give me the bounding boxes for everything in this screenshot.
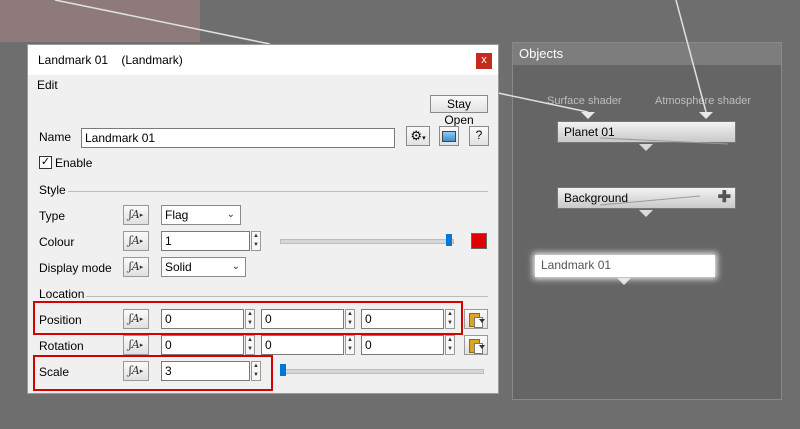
chevron-down-icon: ⌄ [226,209,235,220]
animate-type-button[interactable]: ʃA▸ [123,205,149,225]
animate-display-mode-button[interactable]: ʃA▸ [123,257,149,277]
add-icon[interactable]: ✚ [718,188,731,208]
position-clipboard-button[interactable] [464,309,488,329]
name-input[interactable]: Landmark 01 [81,128,395,148]
scale-input[interactable]: 3 [161,361,250,381]
menubar: Edit [28,75,498,95]
planet-node-label: Planet 01 [564,125,615,139]
landmark-node[interactable]: Landmark 01 [535,255,715,277]
rotation-label: Rotation [39,339,84,353]
help-button[interactable]: ? [469,126,489,146]
type-select[interactable]: Flag ⌄ [161,205,241,225]
type-select-value: Flag [165,208,189,222]
rotation-x-input[interactable]: 0 [161,335,244,355]
name-label: Name [39,130,72,144]
animate-scale-button[interactable]: ʃA▸ [123,361,149,381]
enable-checkbox[interactable]: ✓ [39,156,52,169]
background-node-area [0,0,200,42]
scale-spinner[interactable]: ▲ ▼ [251,361,261,381]
display-mode-label: Display mode [39,261,112,275]
planet-node-output[interactable] [639,144,653,151]
colour-slider-thumb[interactable] [446,234,452,246]
background-node-output[interactable] [639,210,653,217]
landmark-dialog: Landmark 01 (Landmark) x Edit Stay Open … [27,44,499,394]
style-divider [68,191,488,192]
menu-edit[interactable]: Edit [37,78,58,92]
objects-header: Objects [513,43,781,65]
position-y-input[interactable]: 0 [261,309,344,329]
surface-shader-input[interactable] [581,112,595,119]
animate-colour-button[interactable]: ʃA▸ [123,231,149,251]
planet-node[interactable]: Planet 01 [557,121,736,143]
landmark-node-output[interactable] [617,278,631,285]
close-button[interactable]: x [476,53,492,69]
colour-spinner[interactable]: ▲ ▼ [251,231,261,251]
rotation-z-spinner[interactable]: ▲ ▼ [445,335,455,355]
position-label: Position [39,313,82,327]
display-mode-value: Solid [165,260,192,274]
rotation-x-spinner[interactable]: ▲ ▼ [245,335,255,355]
image-icon [442,131,456,142]
enable-label: Enable [55,156,93,170]
chevron-down-icon: ⌄ [231,261,240,272]
animate-position-button[interactable]: ʃA▸ [123,309,149,329]
type-label: Type [39,209,66,223]
position-z-input[interactable]: 0 [361,309,444,329]
location-section-label: Location [39,287,85,301]
animate-rotation-button[interactable]: ʃA▸ [123,335,149,355]
scale-slider-thumb[interactable] [280,364,286,376]
gear-menu-button[interactable]: ⚙▾ [406,126,430,146]
background-node-label: Background [564,191,629,205]
scale-label: Scale [39,365,70,379]
colour-label: Colour [39,235,75,249]
scale-slider-track[interactable] [280,369,484,374]
stay-open-button[interactable]: Stay Open [430,95,488,127]
preview-button[interactable] [439,126,459,146]
atmosphere-shader-input[interactable] [699,112,713,119]
location-divider [86,296,488,297]
rotation-clipboard-button[interactable] [464,335,488,355]
objects-panel: Objects Surface shader Atmosphere shader… [512,42,782,400]
dialog-title: Landmark 01 (Landmark) [38,53,183,67]
atmosphere-shader-label: Atmosphere shader [655,95,751,107]
gear-icon: ⚙ [410,128,423,143]
rotation-y-input[interactable]: 0 [261,335,344,355]
colour-input[interactable]: 1 [161,231,250,251]
landmark-node-label: Landmark 01 [541,258,612,272]
surface-shader-label: Surface shader [547,95,622,107]
colour-swatch[interactable] [471,233,487,249]
dialog-titlebar[interactable]: Landmark 01 (Landmark) x [28,45,498,75]
position-y-spinner[interactable]: ▲ ▼ [345,309,355,329]
rotation-z-input[interactable]: 0 [361,335,444,355]
colour-slider-track[interactable] [280,239,454,244]
position-x-input[interactable]: 0 [161,309,244,329]
background-node[interactable]: Background ✚ [557,187,736,209]
position-x-spinner[interactable]: ▲ ▼ [245,309,255,329]
rotation-y-spinner[interactable]: ▲ ▼ [345,335,355,355]
style-section-label: Style [39,183,66,197]
display-mode-select[interactable]: Solid ⌄ [161,257,246,277]
position-z-spinner[interactable]: ▲ ▼ [445,309,455,329]
